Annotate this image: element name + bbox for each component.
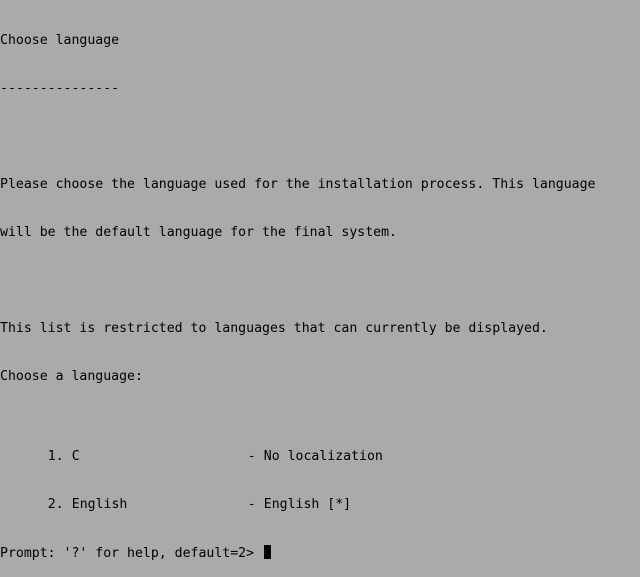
option-description: No localization (263, 449, 383, 464)
option-number: 2. (47, 497, 64, 512)
option-dash: - (247, 449, 256, 464)
prompt-line[interactable]: Prompt: '?' for help, default=2> (0, 545, 640, 561)
screen-heading: Choose language (0, 33, 120, 48)
language-option-c[interactable]: 1. C - No localization (0, 433, 640, 464)
heading-underline: --------------- (0, 81, 120, 96)
intro-text-line-1: Please choose the language used for the … (0, 177, 596, 192)
language-option-english[interactable]: 2. English - English [*] (0, 481, 640, 512)
text-cursor[interactable] (264, 545, 272, 559)
intro-text-line-2: will be the default language for the fin… (0, 225, 397, 240)
prompt-text: Prompt: '?' for help, default=2> (0, 546, 263, 561)
restriction-note: This list is restricted to languages tha… (0, 321, 548, 336)
console-screen: Choose language --------------- Please c… (0, 1, 640, 577)
option-description: English [*] (263, 497, 352, 512)
option-name: English (71, 497, 128, 512)
option-name: C (71, 449, 80, 464)
option-dash: - (247, 497, 256, 512)
choose-language-label: Choose a language: (0, 369, 143, 384)
option-number: 1. (47, 449, 64, 464)
